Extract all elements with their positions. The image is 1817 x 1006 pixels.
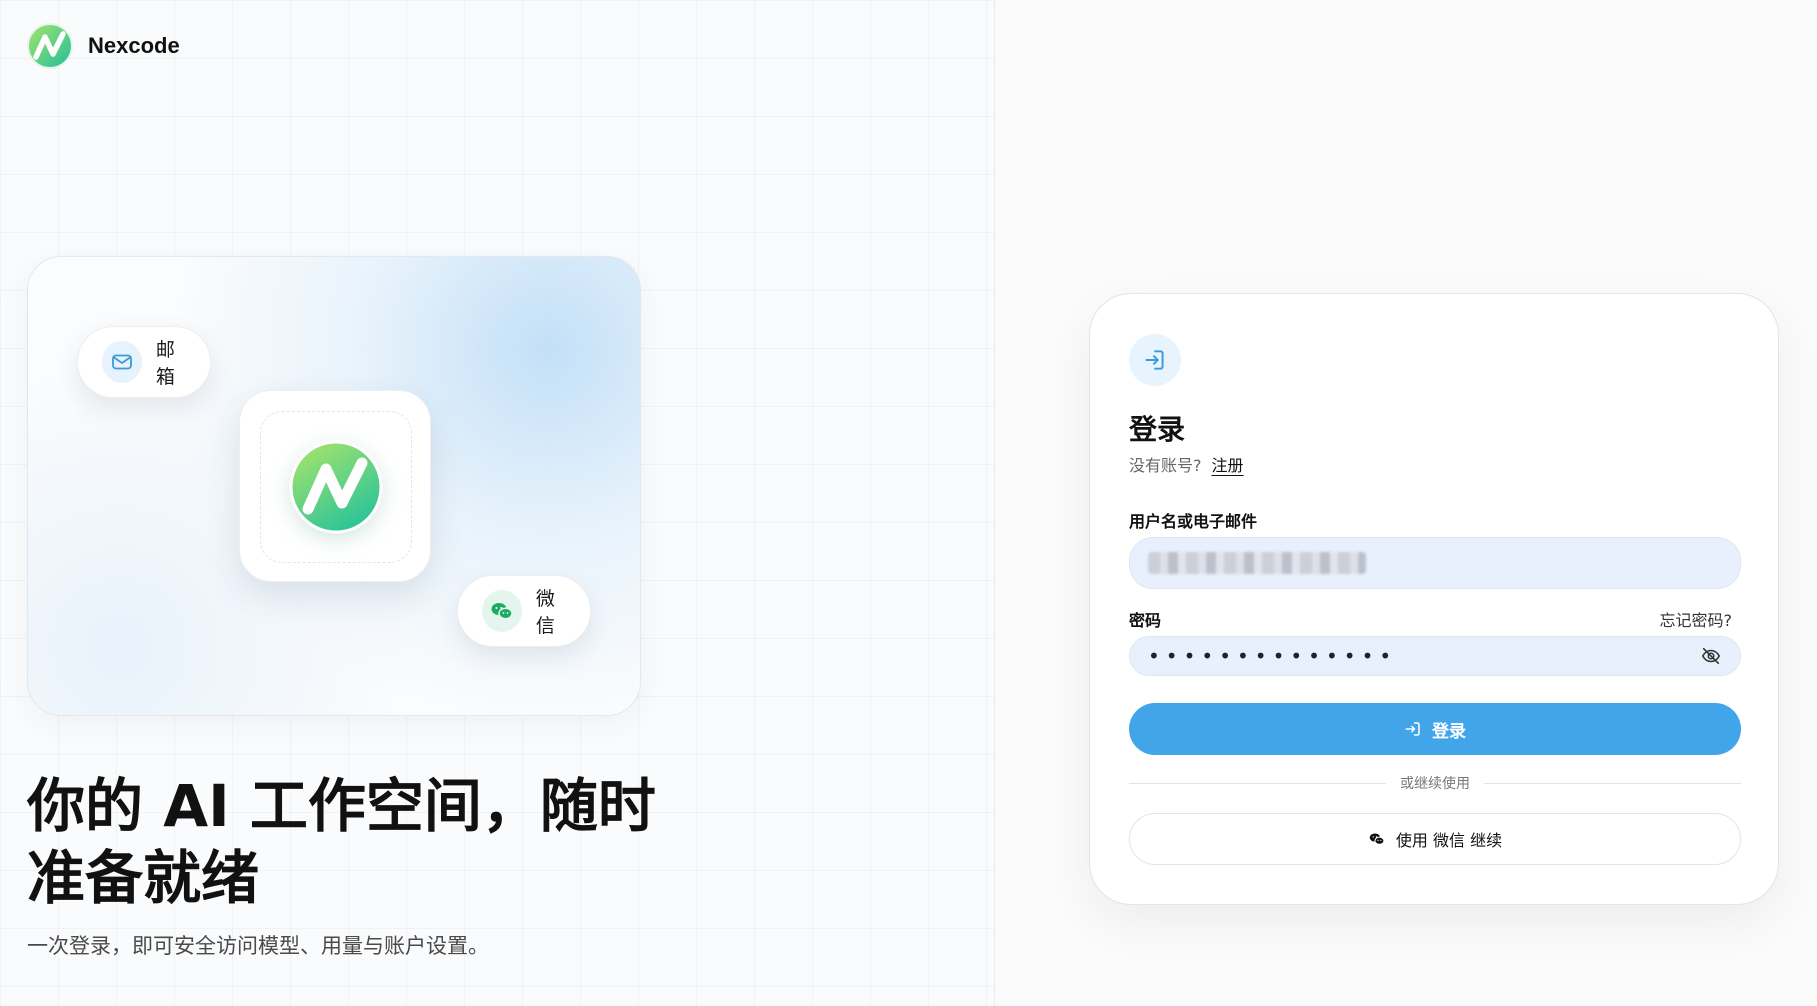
divider-text: 或继续使用: [1400, 776, 1470, 792]
wechat-pill: 微信: [457, 575, 591, 647]
password-value: ••••••••••••••: [1148, 644, 1398, 668]
divider-line-right: [1484, 782, 1741, 784]
divider: 或继续使用: [1129, 773, 1741, 793]
signup-row: 没有账号? 注册: [1129, 452, 1244, 476]
right-pane: 登录 没有账号? 注册 用户名或电子邮件 密码 忘记密码? •••••••••••…: [996, 0, 1817, 1006]
login-title: 登录: [1129, 413, 1186, 446]
brand[interactable]: Nexcode: [26, 22, 180, 70]
eye-off-icon[interactable]: [1700, 645, 1722, 667]
headline: 你的 AI 工作空间，随时 准备就绪: [27, 770, 667, 914]
headline-line-1: 你的 AI 工作空间，随时: [27, 772, 656, 840]
login-button[interactable]: 登录: [1129, 703, 1741, 755]
headline-line-2: 准备就绪: [27, 844, 260, 912]
nexcode-logo-icon: [289, 440, 383, 534]
signup-link[interactable]: 注册: [1212, 456, 1244, 475]
password-input[interactable]: ••••••••••••••: [1129, 636, 1741, 676]
no-account-text: 没有账号?: [1129, 456, 1202, 475]
username-value-redacted: [1148, 552, 1366, 574]
email-pill: 邮箱: [77, 326, 211, 398]
wechat-login-button[interactable]: 使用 微信 继续: [1129, 813, 1741, 865]
password-label: 密码: [1129, 611, 1162, 630]
login-button-label: 登录: [1432, 721, 1466, 742]
wechat-login-label: 使用 微信 继续: [1395, 831, 1503, 850]
wechat-icon: [1369, 833, 1385, 845]
login-door-icon: [1129, 334, 1181, 386]
left-pane: Nexcode 邮箱 微信 你的 AI 工作空间，随时 准备就绪 一次登录，即可…: [0, 0, 995, 1006]
hero-card: 邮箱 微信: [27, 256, 641, 716]
email-pill-label: 邮箱: [155, 339, 175, 388]
username-input[interactable]: [1129, 537, 1741, 589]
wechat-icon: [482, 590, 522, 632]
brand-name: Nexcode: [88, 33, 180, 58]
divider-line-left: [1129, 782, 1386, 784]
login-card: 登录 没有账号? 注册 用户名或电子邮件 密码 忘记密码? •••••••••••…: [1089, 293, 1779, 905]
app-tile: [239, 390, 431, 582]
username-label: 用户名或电子邮件: [1129, 512, 1258, 531]
forgot-password-link[interactable]: 忘记密码?: [1660, 607, 1733, 631]
login-arrow-icon: [1405, 722, 1420, 736]
mail-icon: [102, 341, 142, 383]
nexcode-logo-icon: [27, 23, 73, 69]
subline: 一次登录，即可安全访问模型、用量与账户设置。: [27, 934, 489, 958]
app-tile-frame: [260, 411, 412, 563]
wechat-pill-label: 微信: [535, 588, 555, 637]
